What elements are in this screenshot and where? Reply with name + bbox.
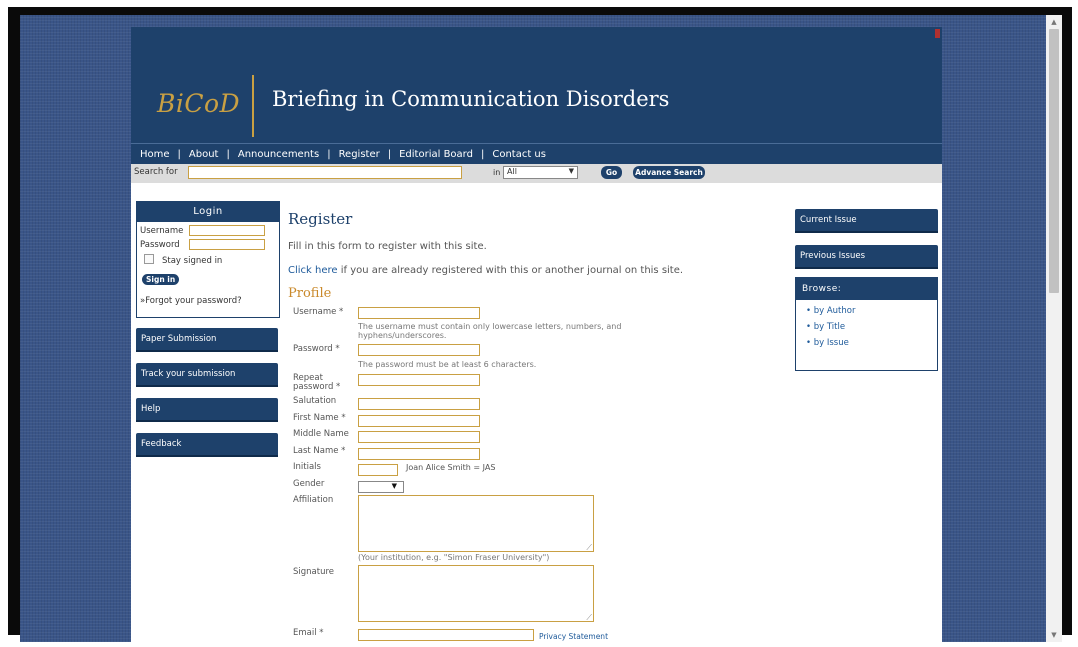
nav-separator: | xyxy=(387,148,392,160)
affiliation-textarea[interactable] xyxy=(358,495,594,553)
first-name-input[interactable] xyxy=(358,415,480,427)
search-bar: Search for in All ▼ Go Advance Search xyxy=(131,164,942,183)
signature-textarea[interactable] xyxy=(358,565,594,623)
feedback-link[interactable]: Feedback xyxy=(136,433,278,457)
right-sidebar: Current Issue Previous Issues Browse: by… xyxy=(795,209,938,371)
login-box: Login Username Password Stay signed in S… xyxy=(136,201,280,318)
browse-by-issue-link[interactable]: by Issue xyxy=(806,338,937,348)
search-field-select[interactable]: All ▼ xyxy=(503,166,578,179)
browse-by-title-link[interactable]: by Title xyxy=(806,322,937,332)
profile-heading: Profile xyxy=(288,286,332,301)
stay-signed-in-row: Stay signed in xyxy=(137,251,279,267)
left-sidebar: Login Username Password Stay signed in S… xyxy=(136,201,280,468)
login-password-row: Password xyxy=(137,239,279,251)
browse-by-author-link[interactable]: by Author xyxy=(806,306,937,316)
nav-announcements[interactable]: Announcements xyxy=(238,149,319,160)
nav-home[interactable]: Home xyxy=(140,149,170,160)
affiliation-label: Affiliation xyxy=(293,495,334,505)
initials-label: Initials xyxy=(293,462,321,472)
journal-page: BiCoD Briefing in Communication Disorder… xyxy=(131,27,942,642)
email-input[interactable] xyxy=(358,629,534,641)
login-username-row: Username xyxy=(137,225,279,237)
search-in-label: in xyxy=(493,168,501,177)
gender-select[interactable]: ▼ xyxy=(358,481,404,493)
sign-in-button[interactable]: Sign in xyxy=(142,274,180,285)
scrollbar-thumb[interactable] xyxy=(1049,29,1059,293)
site-logo[interactable]: BiCoD xyxy=(157,89,240,118)
login-username-input[interactable] xyxy=(189,225,265,236)
reg-password-label: Password * xyxy=(293,344,340,354)
nav-separator: | xyxy=(226,148,230,160)
last-name-label: Last Name * xyxy=(293,446,346,456)
first-name-label: First Name * xyxy=(293,413,346,423)
signature-label: Signature xyxy=(293,567,335,577)
stay-signed-in-checkbox[interactable] xyxy=(144,254,154,264)
click-here-link[interactable]: Click here xyxy=(288,265,338,276)
nav-separator: | xyxy=(177,148,181,160)
page-title: Register xyxy=(288,210,353,228)
previous-issues-link[interactable]: Previous Issues xyxy=(795,245,938,269)
search-field-value: All xyxy=(507,167,517,176)
repeat-password-input[interactable] xyxy=(358,374,480,386)
nav-contact-us[interactable]: Contact us xyxy=(492,149,546,160)
scroll-up-icon[interactable]: ▲ xyxy=(1046,15,1062,29)
nav-register[interactable]: Register xyxy=(339,149,380,160)
initials-input[interactable] xyxy=(358,464,398,476)
browse-title: Browse: xyxy=(796,278,937,300)
login-title: Login xyxy=(137,202,279,222)
username-label: Username xyxy=(140,226,184,236)
forgot-password-link[interactable]: »Forgot your password? xyxy=(140,296,279,306)
nav-about[interactable]: About xyxy=(189,149,219,160)
already-registered-text: Click here if you are already registered… xyxy=(288,265,783,276)
already-registered-rest: if you are already registered with this … xyxy=(337,265,684,276)
password-label: Password xyxy=(140,240,180,250)
login-password-input[interactable] xyxy=(189,239,265,250)
password-hint: The password must be at least 6 characte… xyxy=(358,360,537,369)
track-submission-link[interactable]: Track your submission xyxy=(136,363,278,387)
main-content: Register Fill in this form to register w… xyxy=(288,210,783,642)
salutation-label: Salutation xyxy=(293,396,337,406)
intro-text: Fill in this form to register with this … xyxy=(288,241,487,252)
email-label: Email * xyxy=(293,628,324,638)
registration-form: Username * The username must contain onl… xyxy=(288,301,783,642)
stay-signed-in-label: Stay signed in xyxy=(162,256,223,266)
reg-password-input[interactable] xyxy=(358,344,480,356)
current-issue-link[interactable]: Current Issue xyxy=(795,209,938,233)
help-link[interactable]: Help xyxy=(136,398,278,422)
affiliation-hint: (Your institution, e.g. "Simon Fraser Un… xyxy=(358,553,550,562)
header-corner-mark xyxy=(935,29,940,38)
search-label: Search for xyxy=(134,167,178,177)
chevron-down-icon: ▼ xyxy=(568,167,574,175)
paper-submission-link[interactable]: Paper Submission xyxy=(136,328,278,352)
main-navigation: Home | About | Announcements | Register … xyxy=(131,143,942,164)
chevron-down-icon: ▼ xyxy=(391,482,397,490)
scroll-down-icon[interactable]: ▼ xyxy=(1046,628,1062,642)
reg-username-input[interactable] xyxy=(358,307,480,319)
advanced-search-button[interactable]: Advance Search xyxy=(633,166,705,179)
nav-separator: | xyxy=(327,148,331,160)
site-header: BiCoD Briefing in Communication Disorder… xyxy=(131,27,942,146)
privacy-statement-link[interactable]: Privacy Statement xyxy=(539,632,608,641)
nav-editorial-board[interactable]: Editorial Board xyxy=(399,149,473,160)
salutation-input[interactable] xyxy=(358,398,480,410)
nav-separator: | xyxy=(480,148,485,160)
site-title[interactable]: Briefing in Communication Disorders xyxy=(272,87,669,111)
reg-username-label: Username * xyxy=(293,307,344,317)
username-hint: The username must contain only lowercase… xyxy=(358,322,622,340)
middle-name-label: Middle Name xyxy=(293,429,349,439)
repeat-password-label: Repeat password * xyxy=(293,373,341,392)
vertical-scrollbar[interactable]: ▲ ▼ xyxy=(1046,15,1062,642)
logo-divider xyxy=(252,75,254,137)
browse-box: Browse: by Author by Title by Issue xyxy=(795,277,938,371)
last-name-input[interactable] xyxy=(358,448,480,460)
go-button[interactable]: Go xyxy=(601,166,622,179)
middle-name-input[interactable] xyxy=(358,431,480,443)
gender-label: Gender xyxy=(293,479,325,489)
browser-frame: BiCoD Briefing in Communication Disorder… xyxy=(8,7,1072,642)
browser-viewport: BiCoD Briefing in Communication Disorder… xyxy=(20,15,1062,642)
search-input[interactable] xyxy=(188,166,462,179)
initials-hint: Joan Alice Smith = JAS xyxy=(406,463,496,472)
